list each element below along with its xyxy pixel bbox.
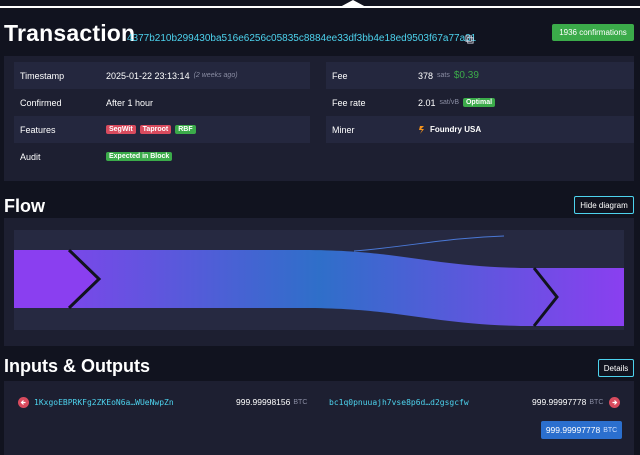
output-unit: BTC <box>589 398 604 406</box>
total-amount-badge: 999.99997778 BTC <box>541 421 622 439</box>
feature-tag-taproot: Taproot <box>139 125 172 134</box>
timestamp-label: Timestamp <box>20 70 65 81</box>
inputs-outputs-title: Inputs & Outputs <box>4 356 150 376</box>
audit-value-group: Expected in Block <box>106 152 173 161</box>
flow-diagram-panel <box>4 218 634 346</box>
input-unit: BTC <box>293 398 308 406</box>
miner-value: Foundry USA <box>430 125 482 134</box>
feature-tag-segwit: SegWit <box>106 125 136 134</box>
fee-rate-badge: Optimal <box>462 98 496 107</box>
hide-diagram-button[interactable]: Hide diagram <box>574 196 634 214</box>
confirmed-value: After 1 hour <box>106 97 154 108</box>
timestamp-value-group: 2025-01-22 23:13:14 (2 weeks ago) <box>106 71 238 81</box>
confirmed-row: Confirmed After 1 hour <box>14 89 310 116</box>
fee-rate-label: Fee rate <box>332 97 366 108</box>
audit-row: Audit Expected in Block <box>14 143 310 170</box>
timestamp-value: 2025-01-22 23:13:14 <box>106 70 190 81</box>
page-title: Transaction <box>4 20 136 46</box>
total-amount: 999.99997778 <box>545 425 601 435</box>
details-button[interactable]: Details <box>598 359 634 377</box>
fee-value-group: 378 sats $0.39 <box>418 70 479 81</box>
input-arrow-icon[interactable] <box>18 396 29 408</box>
fee-rate-row: Fee rate 2.01 sat/vB Optimal <box>326 89 634 116</box>
header-notch <box>340 0 366 7</box>
audit-label: Audit <box>20 151 41 162</box>
transaction-id-link[interactable]: 4377b210b299430ba516e6256c05835c8884ee33… <box>127 33 476 44</box>
fee-unit: sats <box>437 72 450 79</box>
features-row: Features SegWit Taproot RBF <box>14 116 310 143</box>
output-amount: 999.99997778 <box>532 397 587 407</box>
flow-diagram <box>14 230 624 330</box>
miner-value-group[interactable]: Foundry USA <box>418 125 481 135</box>
flow-section-title: Flow <box>4 196 45 216</box>
fee-value: 378 <box>418 70 434 81</box>
output-address-link[interactable]: bc1q0pnuuajh7vse8p6d…d2gsgcfw <box>329 398 469 407</box>
input-row: 1KxgoEBPRKFg2ZKEoN6a…WUeNwpZn <box>18 394 174 410</box>
output-amount-group: 999.99997778 BTC <box>532 394 621 410</box>
output-arrow-icon[interactable] <box>609 396 621 408</box>
fee-row: Fee 378 sats $0.39 <box>326 62 634 89</box>
input-address-link[interactable]: 1KxgoEBPRKFg2ZKEoN6a…WUeNwpZn <box>34 398 174 407</box>
foundry-logo-icon <box>419 125 424 134</box>
input-amount: 999.99998156 <box>236 397 291 407</box>
miner-label: Miner <box>332 124 355 135</box>
feature-tag-rbf: RBF <box>175 125 196 134</box>
features-tags: SegWit Taproot RBF <box>106 125 196 134</box>
timestamp-row: Timestamp 2025-01-22 23:13:14 (2 weeks a… <box>14 62 310 89</box>
miner-row: Miner Foundry USA <box>326 116 634 143</box>
confirmed-label: Confirmed <box>20 97 62 108</box>
copy-icon[interactable] <box>465 35 474 44</box>
inputs-outputs-panel <box>4 381 634 455</box>
output-row: bc1q0pnuuajh7vse8p6d…d2gsgcfw <box>329 394 469 410</box>
fee-label: Fee <box>332 70 348 81</box>
fee-rate-value: 2.01 <box>418 97 436 108</box>
fee-rate-unit: sat/vB <box>439 99 459 106</box>
confirmations-badge: 1936 confirmations <box>552 24 634 41</box>
fee-usd: $0.39 <box>453 70 479 81</box>
input-amount-group: 999.99998156 BTC <box>236 394 307 410</box>
audit-badge: Expected in Block <box>106 152 173 161</box>
total-unit: BTC <box>603 426 618 434</box>
header-divider <box>0 6 640 8</box>
features-label: Features <box>20 124 56 135</box>
timestamp-ago: (2 weeks ago) <box>193 72 238 79</box>
fee-rate-value-group: 2.01 sat/vB Optimal <box>418 97 496 108</box>
